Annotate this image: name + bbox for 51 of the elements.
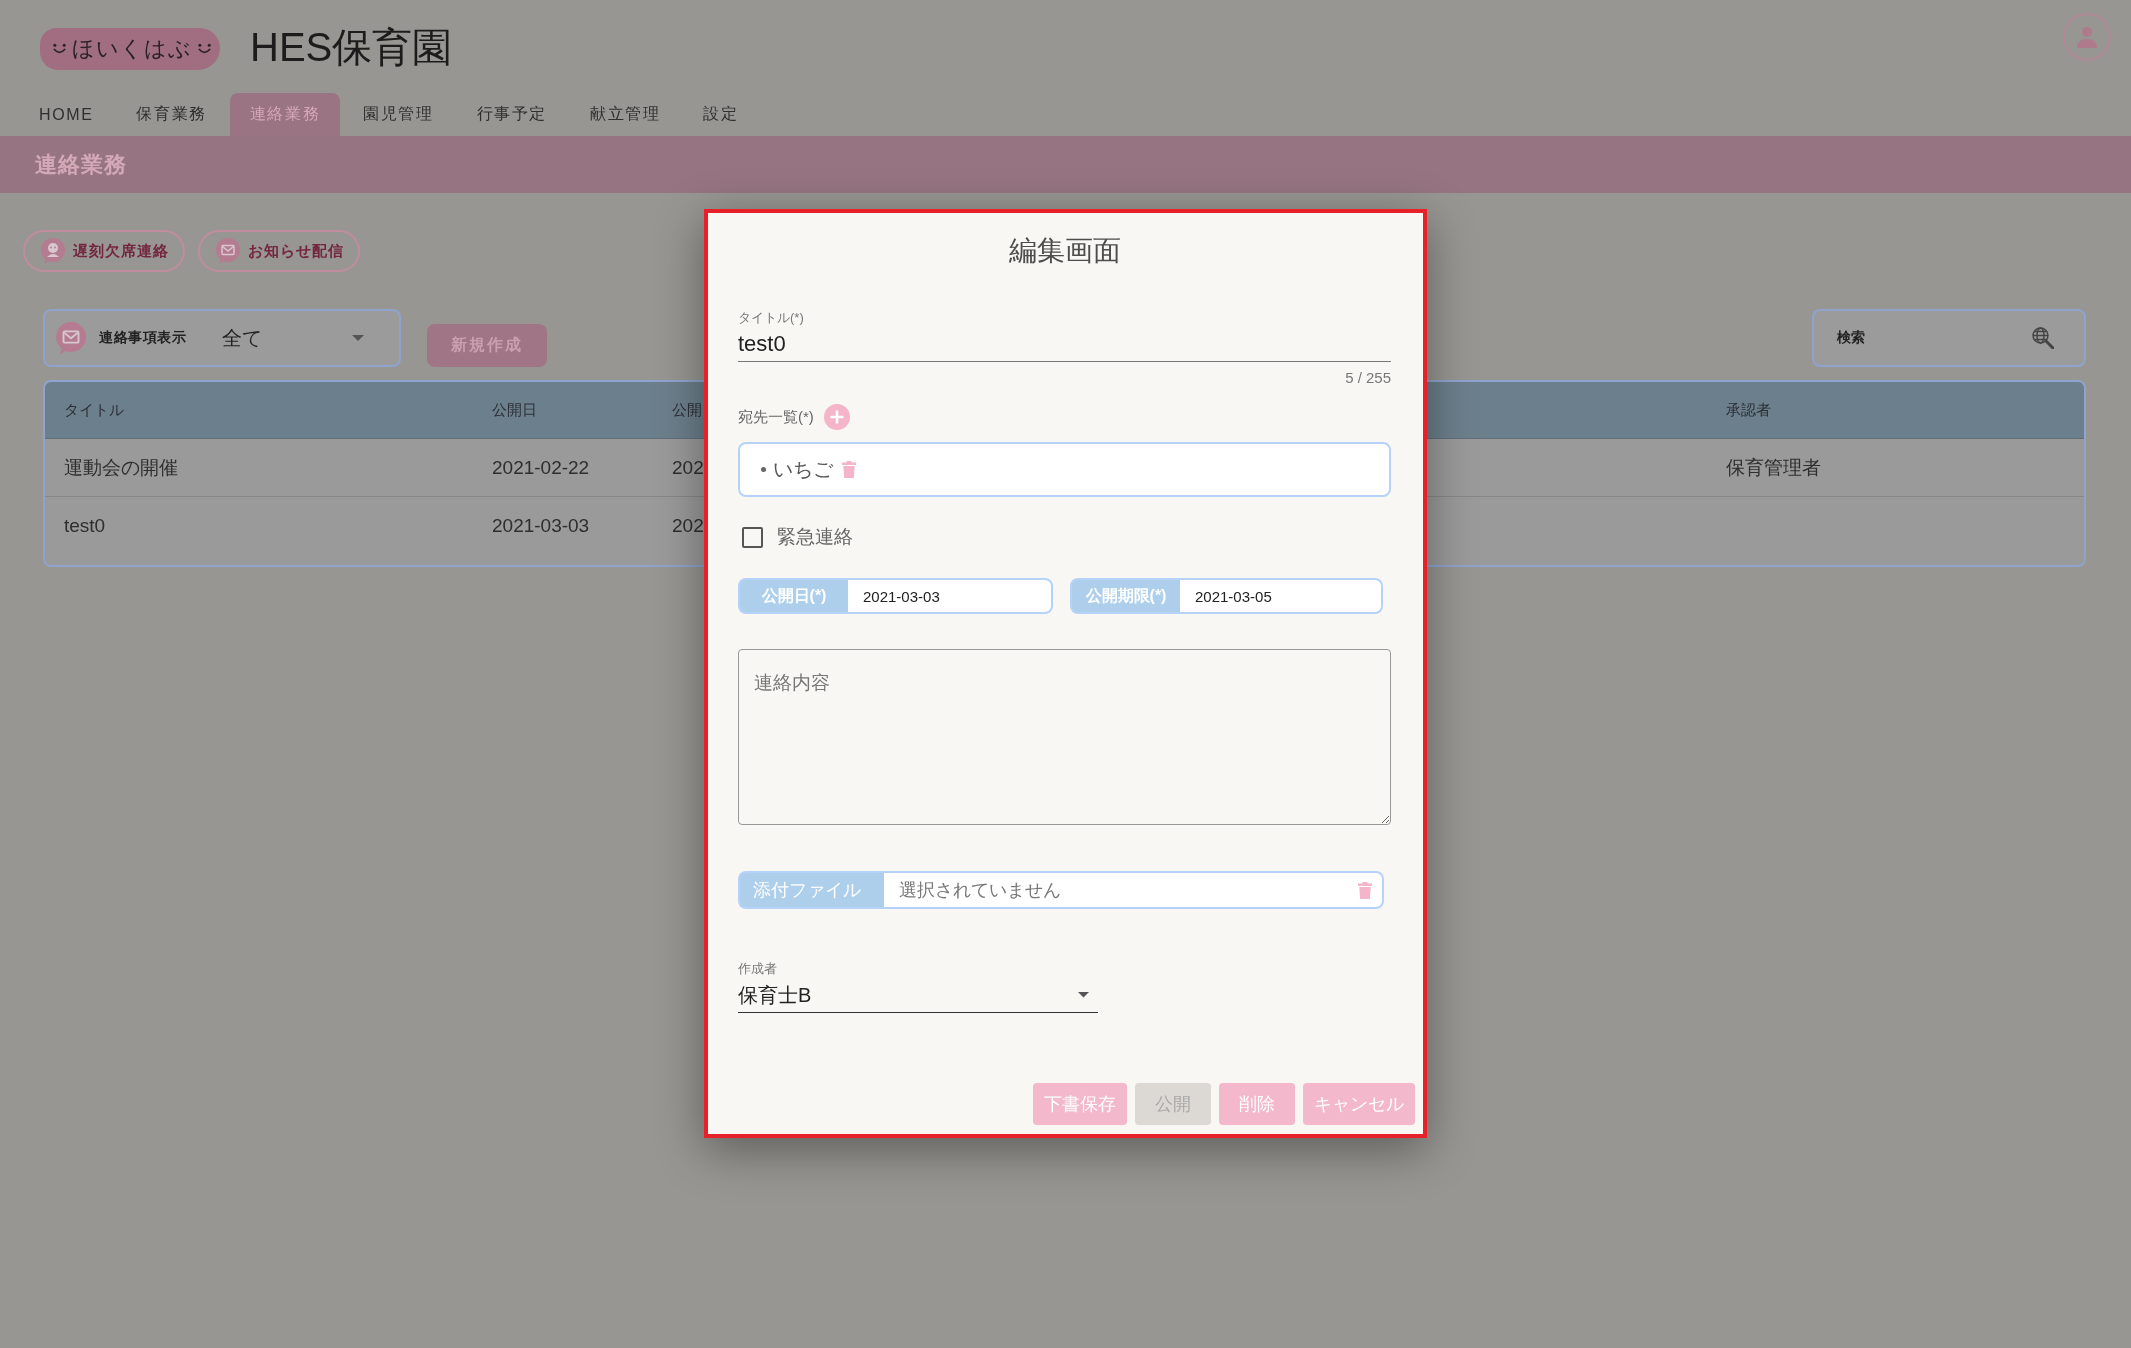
recipient-name: いちご <box>773 457 833 482</box>
account-button[interactable] <box>2063 13 2111 61</box>
field-label: 宛先一覧(*) <box>738 407 814 427</box>
search-icon[interactable] <box>2032 327 2054 349</box>
table-cell: 202 <box>672 515 704 537</box>
table-cell: 2021-02-22 <box>492 456 590 479</box>
nav-tab[interactable]: 献立管理 <box>570 93 681 136</box>
checkbox-label: 緊急連絡 <box>777 525 853 549</box>
bullet-icon <box>761 467 766 472</box>
nav-tab[interactable]: 行事予定 <box>456 93 568 136</box>
checkbox[interactable] <box>742 526 763 548</box>
table-cell-text: 運動会の開催 <box>64 455 178 480</box>
logo-text: ほいくはぶ <box>72 34 192 63</box>
mail-bubble-icon <box>216 238 240 264</box>
table-cell-text: 保育管理者 <box>1726 455 1821 480</box>
nav-tab[interactable]: 保育業務 <box>116 93 227 136</box>
site-title: HES保育園 <box>250 23 453 71</box>
action-button[interactable]: 遅刻欠席連絡 <box>23 230 185 272</box>
page-title: 連絡業務 <box>35 150 127 179</box>
column-header: 公開 <box>672 400 702 420</box>
action-button[interactable]: お知らせ配信 <box>198 230 360 272</box>
caret-icon <box>1078 992 1089 998</box>
column-header: タイトル <box>64 400 124 420</box>
trash-icon[interactable] <box>842 461 856 478</box>
nav-tab[interactable]: 園児管理 <box>343 93 454 136</box>
smile-icon <box>52 42 67 55</box>
caret-icon <box>352 335 364 341</box>
search-field[interactable]: 検索 <box>1812 309 2086 367</box>
column-header: 公開日 <box>492 400 537 420</box>
smile-icon <box>197 42 212 55</box>
character-counter: 5 / 255 <box>1345 368 1391 388</box>
field-label: タイトル(*) <box>738 309 804 327</box>
mail-bubble-icon <box>56 321 86 355</box>
table-cell: 202 <box>672 456 704 479</box>
select-label: 連絡事項表示 <box>99 329 186 347</box>
author-select[interactable]: 保育士B <box>738 978 1098 1013</box>
nav-tab[interactable]: 設定 <box>683 93 759 136</box>
table-cell: 2021-03-03 <box>492 515 590 537</box>
column-header: 承認者 <box>1726 400 1771 420</box>
user-icon <box>2076 26 2098 48</box>
select-value: 全て <box>222 325 262 351</box>
dialog-title: 編集画面 <box>1008 234 1121 268</box>
face-bubble-icon <box>41 238 65 264</box>
plus-icon[interactable] <box>823 404 850 430</box>
field-label: 作成者 <box>738 960 777 978</box>
filter-select[interactable]: 連絡事項表示 全て <box>43 309 401 367</box>
table-cell: test0 <box>64 515 106 537</box>
recipients-field[interactable]: いちご <box>738 442 1391 497</box>
title-input[interactable]: test0 <box>738 327 1391 362</box>
nav-tab[interactable]: HOME <box>19 93 114 136</box>
message-field[interactable]: 連絡内容 <box>738 649 1391 825</box>
